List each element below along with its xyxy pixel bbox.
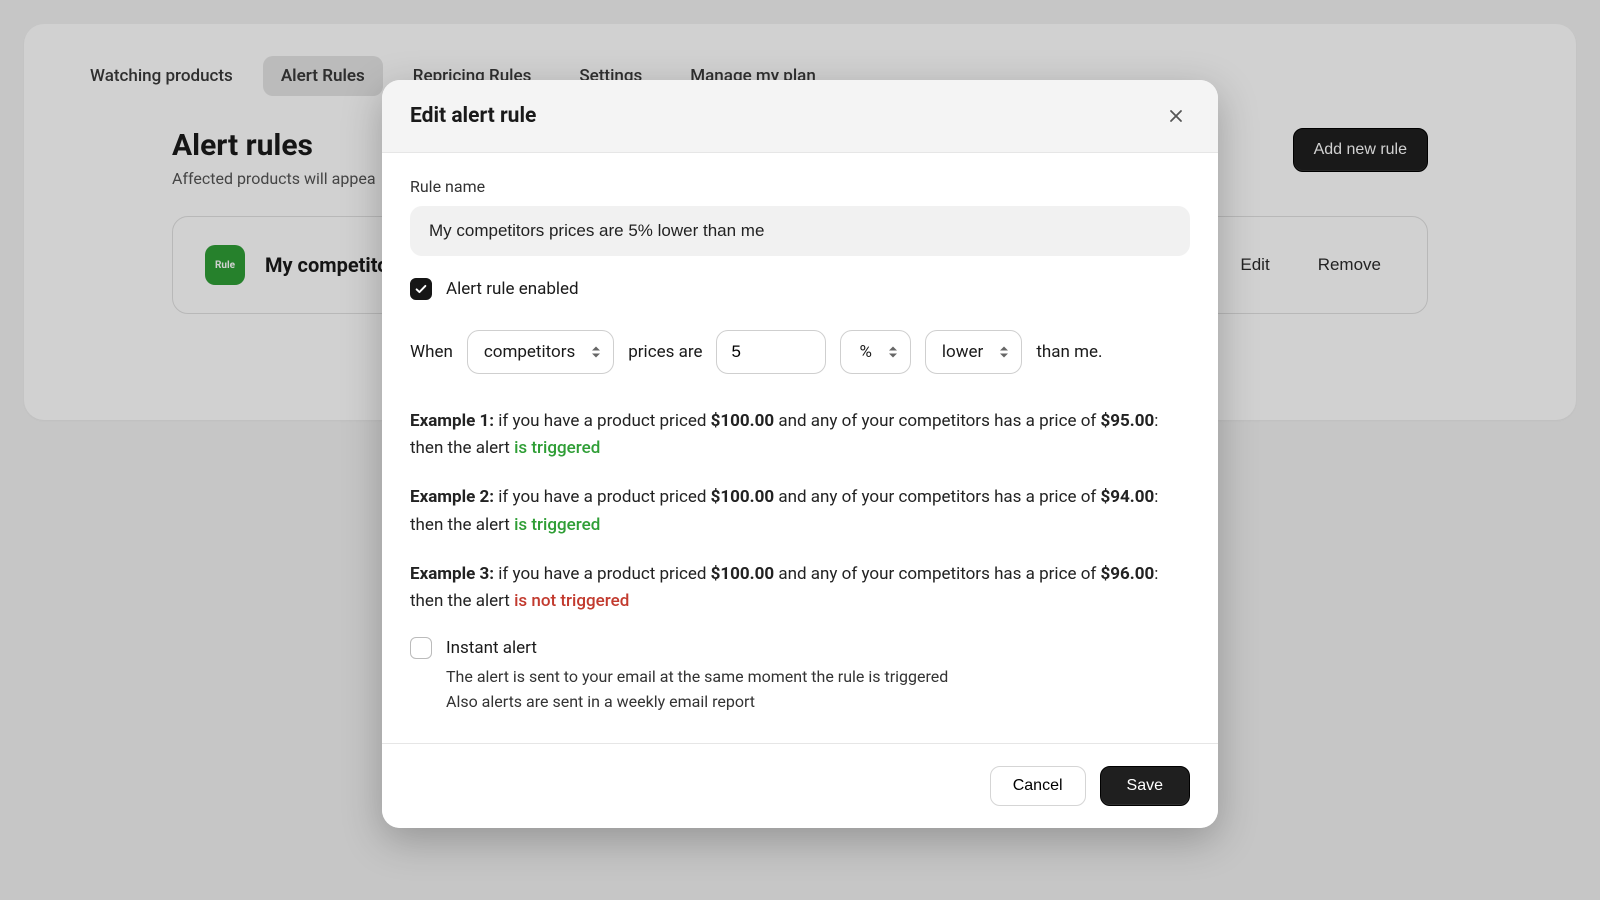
chevron-updown-icon [888,346,898,359]
condition-sentence: When competitors prices are % [410,330,1190,374]
example-3: Example 3: if you have a product priced … [410,561,1190,615]
cancel-button[interactable]: Cancel [990,766,1086,806]
threshold-value-input[interactable] [716,330,826,374]
modal-footer: Cancel Save [382,743,1218,828]
prices-are-text: prices are [628,342,702,362]
examples-section: Example 1: if you have a product priced … [410,408,1190,615]
instant-alert-desc-1: The alert is sent to your email at the s… [446,665,1190,690]
alert-enabled-label: Alert rule enabled [446,279,579,299]
rule-name-input[interactable] [410,206,1190,256]
modal-body: Rule name Alert rule enabled When compet… [382,153,1218,743]
edit-alert-rule-modal: Edit alert rule Rule name Alert rule ena… [382,80,1218,828]
rule-name-label: Rule name [410,177,1190,196]
close-icon[interactable] [1162,102,1190,130]
modal-overlay[interactable]: Edit alert rule Rule name Alert rule ena… [0,0,1600,900]
instant-alert-label: Instant alert [446,638,537,658]
modal-title: Edit alert rule [410,104,536,128]
direction-select-value: lower [942,342,983,362]
instant-alert-desc-2: Also alerts are sent in a weekly email r… [446,690,1190,715]
alert-enabled-checkbox[interactable] [410,278,432,300]
instant-alert-section: Instant alert The alert is sent to your … [410,637,1190,715]
who-select-value: competitors [484,342,575,362]
direction-select[interactable]: lower [925,330,1022,374]
modal-header: Edit alert rule [382,80,1218,153]
chevron-updown-icon [999,346,1009,359]
example-1: Example 1: if you have a product priced … [410,408,1190,462]
save-button[interactable]: Save [1100,766,1190,806]
who-select[interactable]: competitors [467,330,614,374]
unit-select-value: % [859,342,871,362]
unit-select[interactable]: % [840,330,910,374]
than-me-text: than me. [1036,342,1102,362]
chevron-updown-icon [591,346,601,359]
instant-alert-checkbox[interactable] [410,637,432,659]
example-2: Example 2: if you have a product priced … [410,484,1190,538]
when-text: When [410,342,453,362]
